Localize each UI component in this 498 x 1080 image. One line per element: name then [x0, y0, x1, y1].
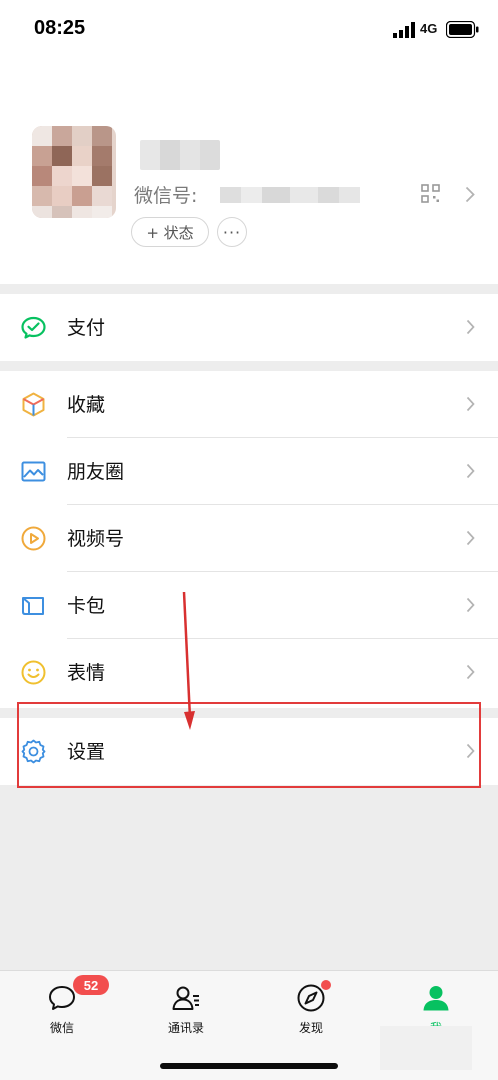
avatar[interactable] [32, 126, 116, 218]
features-section: 收藏 朋友圈 视频号 卡包 表情 [0, 371, 498, 708]
moments-picture-icon [21, 461, 46, 482]
menu-item-pay[interactable]: 支付 [0, 294, 498, 361]
clock: 08:25 [34, 17, 86, 39]
chevron-right-icon [466, 463, 475, 479]
chevron-right-icon [466, 597, 475, 613]
wechat-id-label: 微信号: [134, 185, 198, 207]
chevron-right-icon [466, 319, 475, 335]
menu-item-favorites[interactable]: 收藏 [0, 371, 498, 438]
tab-contacts[interactable]: 通讯录 [124, 971, 248, 1041]
tab-chats[interactable]: 52 微信 [0, 971, 124, 1041]
menu-item-stickers[interactable]: 表情 [0, 639, 498, 706]
chevron-right-icon [466, 664, 475, 680]
qr-code-icon[interactable] [421, 184, 440, 203]
profile-header: 08:25 4G 微信号: + 状态 ··· [0, 0, 498, 284]
menu-item-card-wallet[interactable]: 卡包 [0, 572, 498, 639]
annotation-arrow [182, 591, 195, 730]
contacts-icon [172, 986, 199, 1010]
highlight-box [17, 702, 481, 788]
sticker-smile-icon [21, 660, 46, 685]
tab-label: 微信 [49, 1021, 74, 1035]
status-bar: 08:25 4G [0, 0, 498, 60]
channels-play-icon [21, 526, 46, 551]
more-button[interactable]: ··· [217, 217, 247, 247]
card-wallet-icon [22, 597, 44, 615]
chevron-right-icon[interactable] [465, 186, 475, 203]
chevron-right-icon [466, 396, 475, 412]
blurred-corner [380, 1026, 472, 1070]
tab-label: 发现 [298, 1021, 323, 1035]
menu-item-channels[interactable]: 视频号 [0, 505, 498, 572]
person-icon [423, 986, 449, 1011]
battery-icon [446, 21, 479, 38]
menu-item-label: 视频号 [67, 528, 125, 550]
wechat-pay-icon [21, 316, 46, 339]
home-indicator [160, 1063, 338, 1069]
notification-dot [321, 980, 331, 990]
wechat-id-blurred [220, 187, 360, 203]
menu-item-label: 卡包 [67, 595, 106, 617]
signal-icon [393, 22, 415, 38]
favorites-cube-icon [22, 392, 45, 417]
nickname-blurred [140, 140, 220, 170]
pay-section: 支付 [0, 294, 498, 361]
chevron-right-icon [466, 530, 475, 546]
network-type: 4G [420, 21, 438, 36]
add-status-button[interactable]: + 状态 [131, 217, 209, 247]
unread-badge: 52 [73, 975, 109, 995]
menu-item-moments[interactable]: 朋友圈 [0, 438, 498, 505]
menu-item-label: 支付 [67, 317, 106, 339]
tab-discover[interactable]: 发现 [249, 971, 373, 1041]
menu-item-label: 表情 [67, 662, 106, 684]
menu-item-label: 朋友圈 [67, 461, 125, 483]
tab-label: 通讯录 [167, 1021, 204, 1035]
menu-item-label: 收藏 [67, 394, 106, 416]
